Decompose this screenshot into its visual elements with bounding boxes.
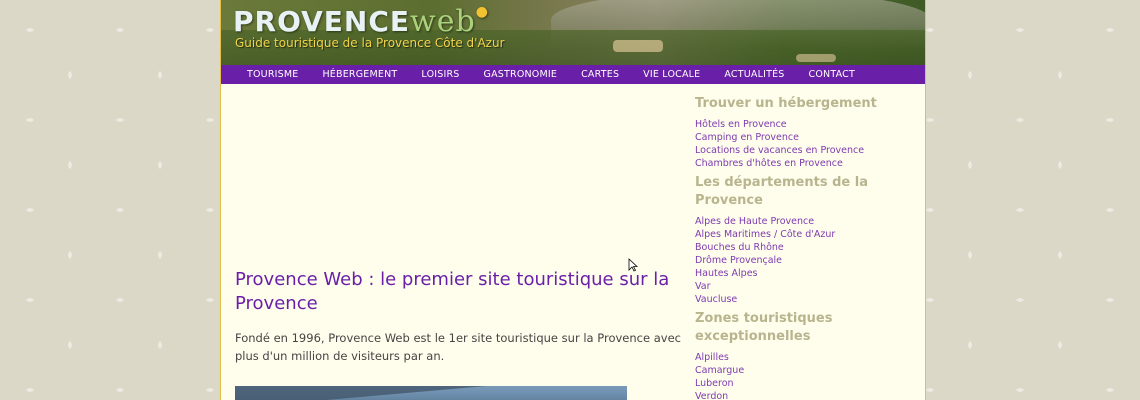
sidebar-link[interactable]: Camargue [695,364,920,377]
nav-item-actualites[interactable]: ACTUALITÉS [712,69,796,80]
nav-item-gastronomie[interactable]: GASTRONOMIE [472,69,570,80]
logo-dot-icon: ● [475,4,489,20]
sidebar-link[interactable]: Locations de vacances en Provence [695,144,920,157]
main-content: Provence Web : le premier site touristiq… [235,268,681,365]
intro-paragraph: Fondé en 1996, Provence Web est le 1er s… [235,331,681,363]
sidebar-link-list: Hôtels en Provence Camping en Provence L… [695,118,920,170]
sidebar-heading: Zones touristiques exceptionnelles [695,311,833,344]
sidebar-link[interactable]: Verdon [695,390,920,400]
sidebar-link[interactable]: Chambres d'hôtes en Provence [695,157,920,170]
sidebar-section-zones: Zones touristiques exceptionnelles Alpil… [695,310,920,400]
sidebar-heading: Les départements de la Provence [695,175,868,208]
site-header: PROVENCEweb● Guide touristique de la Pro… [221,0,925,65]
header-field [613,40,663,52]
sidebar-link[interactable]: Luberon [695,377,920,390]
sidebar-section-hebergement: Trouver un hébergement Hôtels en Provenc… [695,95,920,170]
nav-item-cartes[interactable]: CARTES [569,69,631,80]
sidebar-link[interactable]: Var [695,280,920,293]
nav-item-vie-locale[interactable]: VIE LOCALE [631,69,712,80]
site-tagline: Guide touristique de la Provence Côte d'… [235,36,505,50]
main-navigation: TOURISME HÉBERGEMENT LOISIRS GASTRONOMIE… [221,65,925,84]
sidebar-link[interactable]: Drôme Provençale [695,254,920,267]
sidebar-link-list: Alpes de Haute Provence Alpes Maritimes … [695,215,920,306]
sidebar-link-list: Alpilles Camargue Luberon Verdon [695,351,920,400]
logo-web-text: web [410,4,476,39]
sidebar-link[interactable]: Bouches du Rhône [695,241,920,254]
site-logo-link[interactable]: PROVENCEweb● [233,4,489,39]
header-field [796,54,836,62]
page-container: PROVENCEweb● Guide touristique de la Pro… [220,0,926,400]
sidebar-link[interactable]: Alpilles [695,351,920,364]
sidebar-heading: Trouver un hébergement [695,96,877,111]
sidebar-link[interactable]: Alpes Maritimes / Côte d'Azur [695,228,920,241]
sidebar-link[interactable]: Alpes de Haute Provence [695,215,920,228]
hero-photo [235,386,627,400]
nav-item-contact[interactable]: CONTACT [797,69,867,80]
sidebar: Trouver un hébergement Hôtels en Provenc… [695,95,920,400]
nav-item-loisirs[interactable]: LOISIRS [409,69,471,80]
sidebar-link[interactable]: Vaucluse [695,293,920,306]
nav-item-hebergement[interactable]: HÉBERGEMENT [310,69,409,80]
sidebar-link[interactable]: Hôtels en Provence [695,118,920,131]
photo-hill [235,386,627,400]
mouse-cursor-icon [628,258,638,272]
page-title: Provence Web : le premier site touristiq… [235,269,670,314]
logo-main-text: PROVENCE [233,5,411,38]
nav-item-tourisme[interactable]: TOURISME [221,69,310,80]
sidebar-section-departements: Les départements de la Provence Alpes de… [695,174,920,306]
sidebar-link[interactable]: Hautes Alpes [695,267,920,280]
sidebar-link[interactable]: Camping en Provence [695,131,920,144]
